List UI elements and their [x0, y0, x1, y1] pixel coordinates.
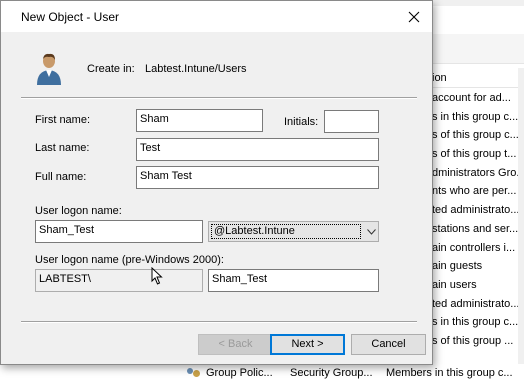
- pre2000-logon-field[interactable]: Sham_Test: [208, 269, 379, 292]
- background-description-row[interactable]: s of this group ...: [430, 332, 524, 351]
- separator: [21, 321, 417, 323]
- background-description-header[interactable]: ion: [430, 68, 524, 88]
- initials-field[interactable]: [324, 110, 379, 133]
- dropdown-button[interactable]: [363, 222, 379, 241]
- background-description-row[interactable]: dministrators Gro...: [430, 164, 524, 183]
- create-in-value: Labtest.Intune/Users: [145, 63, 247, 75]
- background-description-row[interactable]: nts who are per...: [430, 182, 524, 201]
- cancel-button[interactable]: Cancel: [351, 334, 426, 355]
- full-name-field[interactable]: Sham Test: [136, 166, 379, 189]
- logon-name-field[interactable]: Sham_Test: [35, 220, 203, 243]
- pre2000-label: User logon name (pre-Windows 2000):: [35, 254, 224, 266]
- separator: [21, 97, 417, 99]
- last-name-field[interactable]: Test: [136, 138, 379, 161]
- background-description-row[interactable]: ted administrato...: [430, 295, 524, 314]
- background-description-row[interactable]: s in this group c...: [430, 313, 524, 332]
- background-description-row[interactable]: ain users: [430, 276, 524, 295]
- next-button[interactable]: Next >: [270, 334, 345, 355]
- background-description-row[interactable]: s of this group c...: [430, 126, 524, 145]
- background-scrollbar[interactable]: [518, 68, 524, 364]
- background-row-name: Group Polic...: [206, 366, 273, 379]
- background-row-description: Members in this group c...: [386, 366, 513, 379]
- chevron-down-icon: [366, 228, 376, 235]
- close-icon: [408, 11, 420, 22]
- background-description-row[interactable]: stations and ser...: [430, 220, 524, 239]
- group-icon: [186, 367, 202, 379]
- first-name-label: First name:: [35, 114, 91, 126]
- background-description-row[interactable]: s in this group c...: [430, 108, 524, 127]
- first-name-field[interactable]: Sham: [136, 109, 263, 132]
- user-icon: [37, 53, 61, 85]
- pre2000-domain-field: LABTEST\: [35, 269, 203, 292]
- create-in-label: Create in:: [87, 63, 135, 75]
- background-description-row[interactable]: ain guests: [430, 257, 524, 276]
- mouse-cursor-icon: [151, 267, 163, 285]
- domain-suffix-selected: @Labtest.Intune: [211, 224, 361, 239]
- dialog-title-bar[interactable]: New Object - User: [1, 1, 432, 32]
- back-button[interactable]: < Back: [198, 334, 273, 355]
- initials-label: Initials:: [284, 116, 319, 128]
- dialog-title: New Object - User: [21, 10, 120, 24]
- background-description-row[interactable]: ain controllers i...: [430, 239, 524, 258]
- full-name-label: Full name:: [35, 171, 87, 183]
- last-name-label: Last name:: [35, 142, 90, 154]
- close-button[interactable]: [399, 4, 429, 29]
- domain-suffix-select[interactable]: @Labtest.Intune: [208, 221, 379, 242]
- background-row-type: Security Group...: [290, 366, 373, 379]
- logon-name-label: User logon name:: [35, 205, 122, 217]
- background-description-row[interactable]: s of this group t...: [430, 145, 524, 164]
- new-object-user-dialog: New Object - User Create in: Labtest.Int…: [0, 0, 433, 365]
- background-description-list: account for ad... s in this group c... s o…: [430, 89, 524, 351]
- background-description-row[interactable]: ted administrato...: [430, 201, 524, 220]
- background-description-row[interactable]: account for ad...: [430, 89, 524, 108]
- background-list-row[interactable]: Group Polic... Security Group... Members…: [186, 364, 524, 381]
